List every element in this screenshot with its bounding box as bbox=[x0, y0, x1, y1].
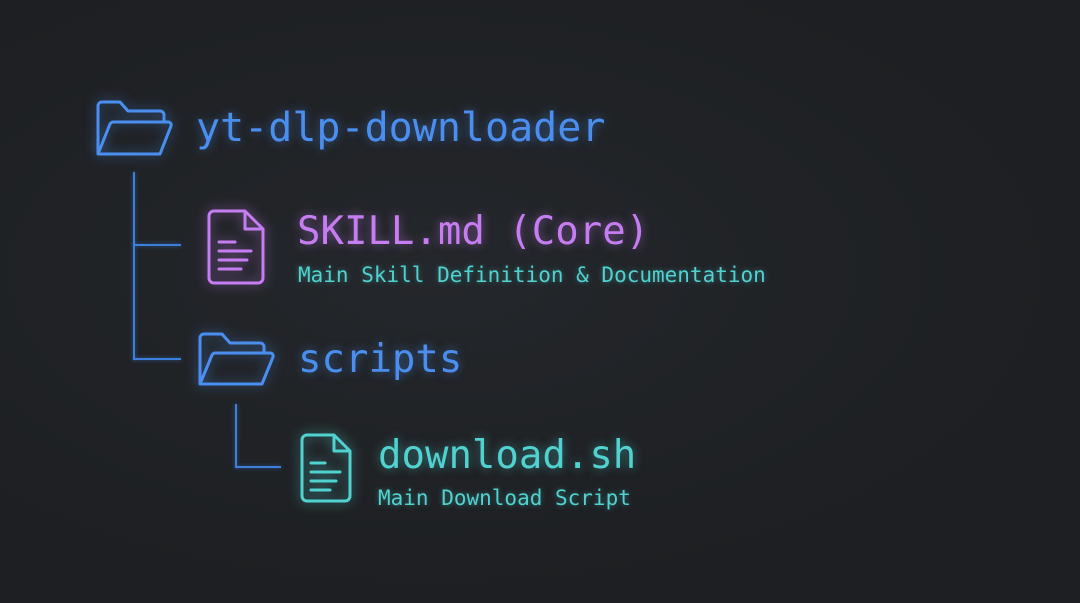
download-script-description: Main Download Script bbox=[378, 486, 631, 510]
tree-connector-scripts-branch bbox=[133, 358, 181, 360]
tree-connector-skill-branch bbox=[133, 244, 181, 246]
scripts-folder-label[interactable]: scripts bbox=[298, 340, 462, 379]
download-script-label[interactable]: download.sh bbox=[378, 436, 636, 475]
tree-connector-root-vertical bbox=[133, 172, 135, 360]
file-text-icon bbox=[205, 208, 267, 286]
file-tree-diagram: yt-dlp-downloader SKILL.md (Core) Main S… bbox=[0, 0, 1080, 603]
tree-connector-scripts-vertical bbox=[235, 404, 237, 468]
skill-file-description: Main Skill Definition & Documentation bbox=[298, 263, 766, 287]
folder-open-icon bbox=[94, 98, 174, 160]
skill-file-label[interactable]: SKILL.md (Core) bbox=[297, 212, 649, 251]
folder-open-icon bbox=[196, 330, 276, 390]
file-text-icon bbox=[298, 432, 354, 504]
tree-connector-download-branch bbox=[235, 466, 281, 468]
root-folder-label[interactable]: yt-dlp-downloader bbox=[196, 108, 605, 148]
